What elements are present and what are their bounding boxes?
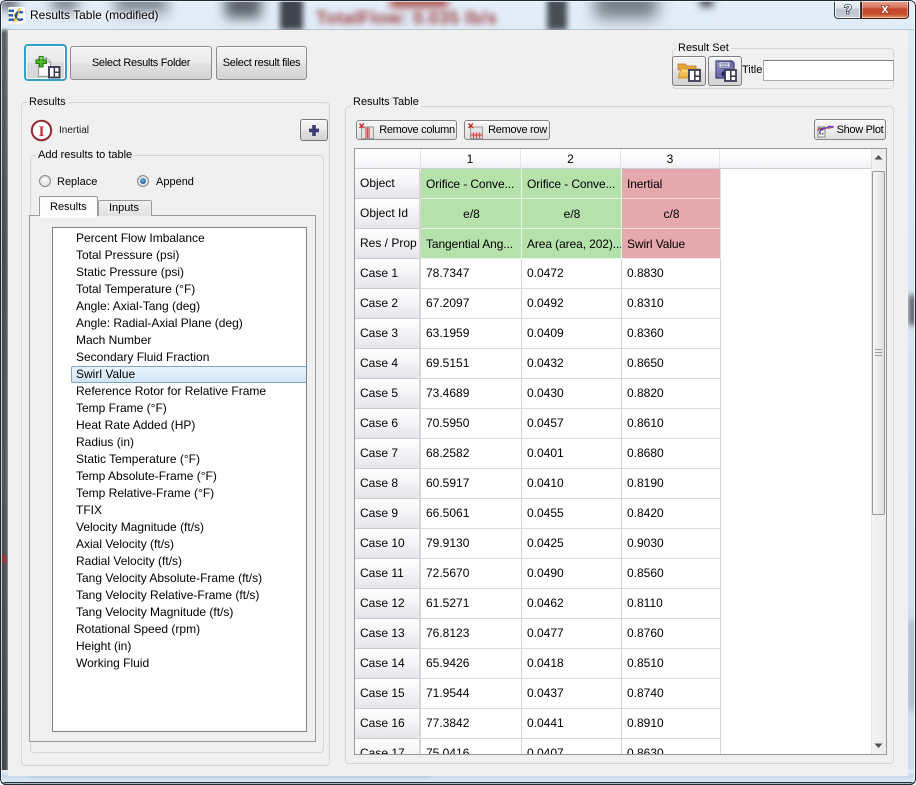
svg-text:I: I bbox=[39, 124, 45, 140]
svg-text:?: ? bbox=[844, 2, 852, 16]
svg-text:x: x bbox=[881, 2, 889, 16]
